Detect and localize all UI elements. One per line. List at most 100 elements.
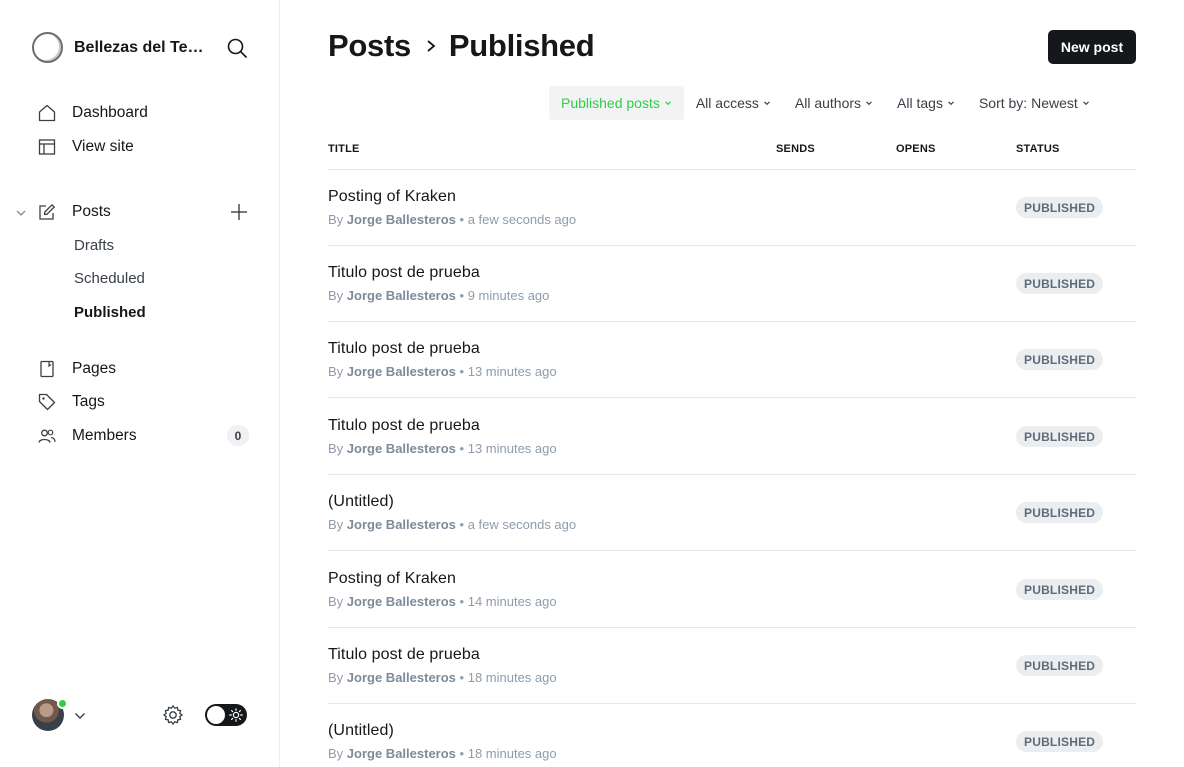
layout-icon (38, 138, 56, 156)
sidebar-item-dashboard[interactable]: Dashboard (38, 101, 148, 125)
post-author: Jorge Ballesteros (346, 517, 456, 532)
members-icon (38, 427, 56, 445)
filter-authors[interactable]: All authors (783, 86, 885, 120)
meta-separator: • (459, 517, 465, 532)
chevron-down-icon (1082, 101, 1089, 106)
post-by: By (328, 212, 344, 227)
post-author: Jorge Ballesteros (346, 670, 456, 685)
filter-type[interactable]: Published posts (549, 86, 684, 120)
post-meta: By Jorge Ballesteros • 9 minutes ago (328, 288, 549, 303)
meta-separator: • (459, 288, 465, 303)
post-time: 14 minutes ago (467, 594, 557, 609)
table-row[interactable]: Titulo post de prueba By Jorge Ballestero… (328, 628, 1136, 704)
post-title[interactable]: (Untitled) (328, 493, 394, 511)
gear-icon[interactable] (162, 704, 184, 726)
status-badge: PUBLISHED (1016, 349, 1104, 370)
status-badge: PUBLISHED (1016, 273, 1104, 294)
online-status-dot (57, 698, 68, 709)
sidebar-item-label: View site (72, 138, 134, 155)
table-row[interactable]: Titulo post de prueba By Jorge Ballestero… (328, 322, 1136, 398)
toggle-knob (207, 706, 225, 724)
plus-icon[interactable] (229, 202, 249, 222)
table-row[interactable]: Titulo post de prueba By Jorge Ballestero… (328, 399, 1136, 475)
sidebar-item-tags[interactable]: Tags (38, 390, 105, 414)
sidebar-item-published[interactable]: Published (74, 303, 146, 323)
table-row[interactable]: Posting of Kraken By Jorge Ballesteros • … (328, 170, 1136, 246)
table-row[interactable]: (Untitled) By Jorge Ballesteros • a few s… (328, 475, 1136, 551)
post-title[interactable]: Posting of Kraken (328, 188, 456, 206)
post-title[interactable]: Titulo post de prueba (328, 417, 480, 435)
breadcrumb-posts[interactable]: Posts (328, 28, 411, 64)
filter-bar: Published posts All access All authors A… (549, 86, 1102, 120)
page-title: Posts Published (328, 28, 595, 64)
meta-separator: • (459, 212, 465, 227)
post-author: Jorge Ballesteros (346, 212, 456, 227)
post-time: 9 minutes ago (467, 288, 550, 303)
status-badge: PUBLISHED (1016, 197, 1104, 218)
sidebar-item-view-site[interactable]: View site (38, 135, 134, 159)
post-title[interactable]: Titulo post de prueba (328, 264, 480, 282)
brand-logo-icon (32, 32, 63, 63)
sidebar-item-label: Pages (72, 360, 116, 377)
post-title[interactable]: (Untitled) (328, 722, 394, 740)
post-title[interactable]: Titulo post de prueba (328, 646, 480, 664)
post-by: By (328, 517, 344, 532)
sidebar-item-scheduled[interactable]: Scheduled (74, 269, 145, 289)
meta-separator: • (459, 746, 465, 761)
filter-type-label: Published posts (561, 95, 660, 111)
members-count-badge: 0 (227, 425, 249, 446)
post-by: By (328, 670, 344, 685)
status-badge: PUBLISHED (1016, 426, 1104, 447)
status-badge: PUBLISHED (1016, 655, 1104, 676)
sidebar-item-pages[interactable]: Pages (38, 357, 116, 381)
meta-separator: • (459, 670, 465, 685)
home-icon (38, 104, 56, 122)
sidebar-item-label: Tags (72, 393, 105, 410)
post-meta: By Jorge Ballesteros • a few seconds ago (328, 212, 576, 227)
filter-tags[interactable]: All tags (885, 86, 967, 120)
post-by: By (328, 288, 344, 303)
brand[interactable]: Bellezas del Test... (32, 32, 211, 63)
post-time: a few seconds ago (467, 517, 577, 532)
sidebar-item-label: Members (72, 427, 137, 444)
filter-sort[interactable]: Sort by: Newest (967, 86, 1102, 120)
filter-authors-label: All authors (794, 95, 862, 111)
post-time: 18 minutes ago (467, 670, 557, 685)
chevron-right-icon (425, 38, 437, 54)
filter-access[interactable]: All access (684, 86, 783, 120)
column-header-sends: SENDS (776, 143, 815, 155)
post-by: By (328, 746, 344, 761)
sun-icon (229, 708, 243, 722)
breadcrumb-published: Published (448, 28, 595, 63)
page-icon (38, 360, 56, 378)
status-badge: PUBLISHED (1016, 579, 1104, 600)
chevron-down-icon[interactable] (15, 206, 27, 218)
sidebar-item-drafts[interactable]: Drafts (74, 236, 114, 256)
table-row[interactable]: (Untitled) By Jorge Ballesteros • 18 minu… (328, 704, 1136, 767)
post-meta: By Jorge Ballesteros • 18 minutes ago (328, 670, 557, 685)
sidebar-item-members[interactable]: Members (38, 424, 137, 448)
sidebar-item-posts[interactable]: Posts (38, 200, 111, 224)
table-row[interactable]: Posting of Kraken By Jorge Ballesteros • … (328, 552, 1136, 628)
filter-access-label: All access (695, 95, 759, 111)
chevron-down-icon[interactable] (74, 709, 86, 721)
post-author: Jorge Ballesteros (346, 594, 456, 609)
post-title[interactable]: Titulo post de prueba (328, 340, 480, 358)
brand-name: Bellezas del Test... (74, 38, 211, 56)
chevron-down-icon (948, 101, 954, 106)
meta-separator: • (459, 441, 465, 456)
post-title[interactable]: Posting of Kraken (328, 570, 456, 588)
theme-toggle[interactable] (205, 704, 247, 726)
search-icon[interactable] (226, 37, 248, 59)
new-post-button[interactable]: New post (1048, 30, 1136, 64)
post-time: 13 minutes ago (467, 441, 557, 456)
sidebar-item-label: Dashboard (72, 104, 148, 121)
column-header-opens: OPENS (896, 143, 936, 155)
chevron-down-icon (664, 101, 671, 106)
table-row[interactable]: Titulo post de prueba By Jorge Ballestero… (328, 246, 1136, 322)
status-badge: PUBLISHED (1016, 502, 1104, 523)
post-author: Jorge Ballesteros (346, 364, 456, 379)
post-time: 18 minutes ago (467, 746, 557, 761)
post-by: By (328, 441, 344, 456)
chevron-down-icon (763, 101, 770, 106)
